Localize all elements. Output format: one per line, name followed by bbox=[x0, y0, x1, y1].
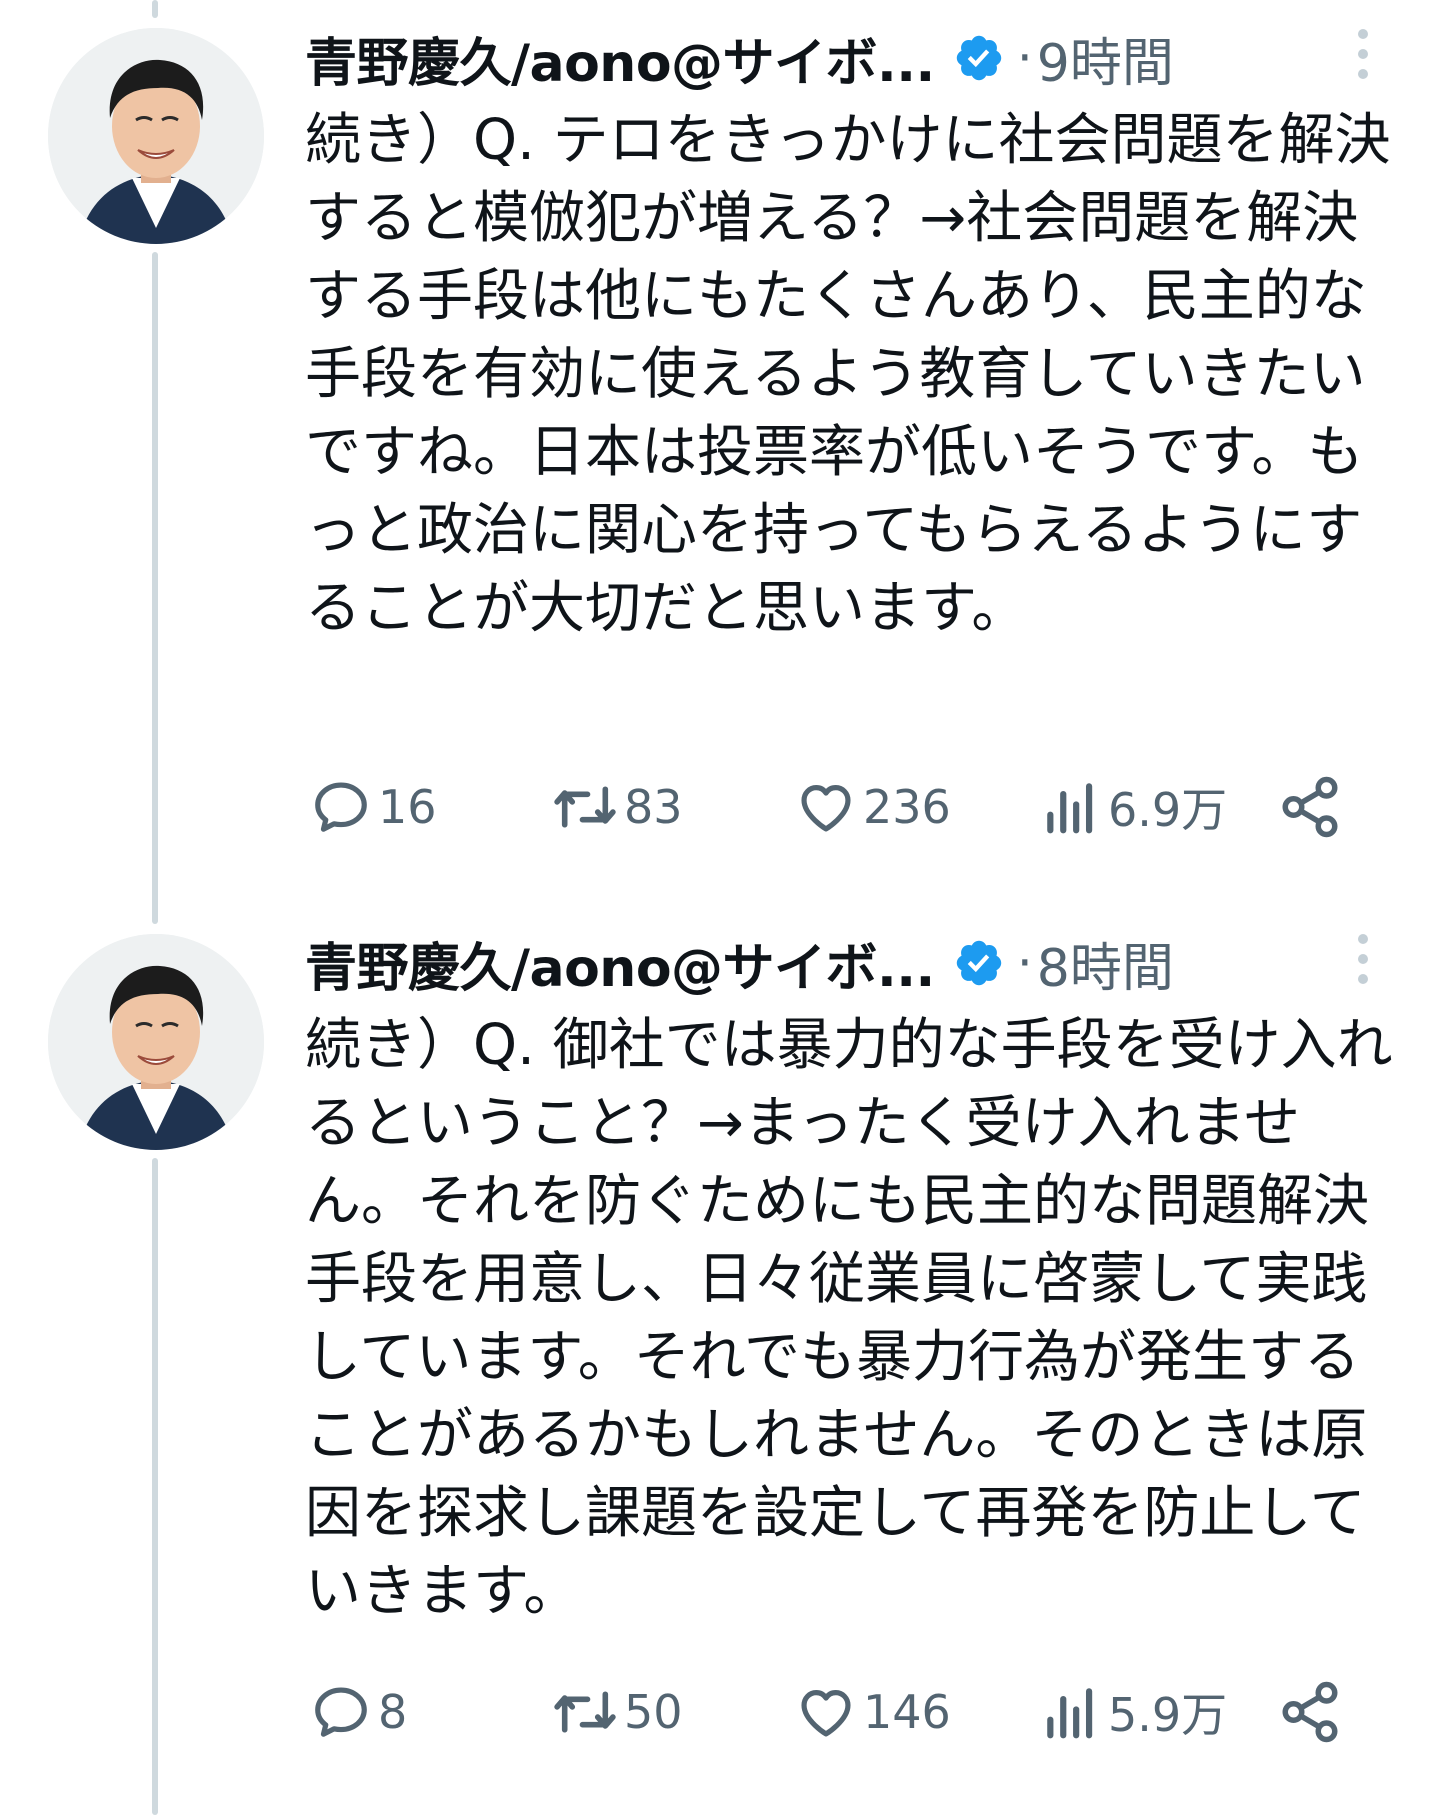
views-chart-icon bbox=[1047, 783, 1093, 834]
avatar-portrait bbox=[48, 28, 264, 244]
reply-button[interactable]: 16 bbox=[310, 772, 437, 842]
more-vertical-icon[interactable] bbox=[1351, 929, 1375, 989]
views-chart-icon bbox=[1047, 1688, 1093, 1739]
like-count: 236 bbox=[863, 780, 951, 834]
tweet-header: 青野慶久/aono@サイボ... · 9時間 bbox=[305, 18, 1395, 98]
reply-icon bbox=[315, 1687, 367, 1737]
author-name[interactable]: 青野慶久/aono@サイボ... bbox=[305, 926, 935, 1001]
share-icon bbox=[1282, 776, 1338, 838]
tweet-header: 青野慶久/aono@サイボ... · 8時間 bbox=[305, 923, 1395, 1003]
tweet-text: 続き）Q. テロをきっかけに社会問題を解決すると模倣犯が増える？→社会問題を解決… bbox=[305, 108, 1391, 641]
separator-dot: · bbox=[1016, 934, 1033, 992]
tweet-actions: 8 50 146 5.9万 bbox=[305, 1677, 1365, 1747]
thread-line-middle bbox=[152, 252, 158, 924]
retweet-count: 83 bbox=[624, 780, 683, 834]
share-icon bbox=[1282, 1681, 1338, 1743]
retweet-button[interactable]: 50 bbox=[552, 1677, 683, 1747]
share-button[interactable] bbox=[1277, 1677, 1343, 1747]
reply-icon bbox=[315, 782, 367, 832]
share-button[interactable] bbox=[1277, 772, 1343, 842]
tweet-text: 続き）Q. 御社では暴力的な手段を受け入れるということ？→まったく受け入れません… bbox=[305, 1013, 1393, 1624]
thread-line-top bbox=[152, 0, 158, 18]
verified-badge-icon bbox=[956, 940, 1002, 986]
views-count: 5.9万 bbox=[1108, 1688, 1228, 1742]
tweet-time[interactable]: 8時間 bbox=[1037, 926, 1174, 1001]
heart-icon bbox=[801, 785, 851, 832]
more-vertical-icon[interactable] bbox=[1351, 24, 1375, 84]
reply-button[interactable]: 8 bbox=[310, 1677, 407, 1747]
thread-line-bottom bbox=[152, 1158, 158, 1815]
avatar[interactable] bbox=[48, 28, 264, 244]
views-button[interactable]: 5.9万 bbox=[1040, 1677, 1227, 1747]
retweet-count: 50 bbox=[624, 1685, 683, 1739]
like-count: 146 bbox=[863, 1685, 951, 1739]
separator-dot: · bbox=[1016, 29, 1033, 87]
tweet-time[interactable]: 9時間 bbox=[1037, 21, 1174, 96]
verified-badge-icon bbox=[956, 35, 1002, 81]
reply-count: 8 bbox=[378, 1685, 408, 1739]
avatar[interactable] bbox=[48, 934, 264, 1150]
avatar-portrait bbox=[48, 934, 264, 1150]
tweet-actions: 16 83 236 6.9万 bbox=[305, 772, 1365, 842]
retweet-icon bbox=[554, 1691, 616, 1733]
retweet-icon bbox=[554, 786, 616, 828]
reply-count: 16 bbox=[378, 780, 437, 834]
like-button[interactable]: 236 bbox=[795, 772, 951, 842]
heart-icon bbox=[801, 1690, 851, 1737]
like-button[interactable]: 146 bbox=[795, 1677, 951, 1747]
views-count: 6.9万 bbox=[1108, 783, 1228, 837]
author-name[interactable]: 青野慶久/aono@サイボ... bbox=[305, 21, 935, 96]
retweet-button[interactable]: 83 bbox=[552, 772, 683, 842]
views-button[interactable]: 6.9万 bbox=[1040, 772, 1227, 842]
